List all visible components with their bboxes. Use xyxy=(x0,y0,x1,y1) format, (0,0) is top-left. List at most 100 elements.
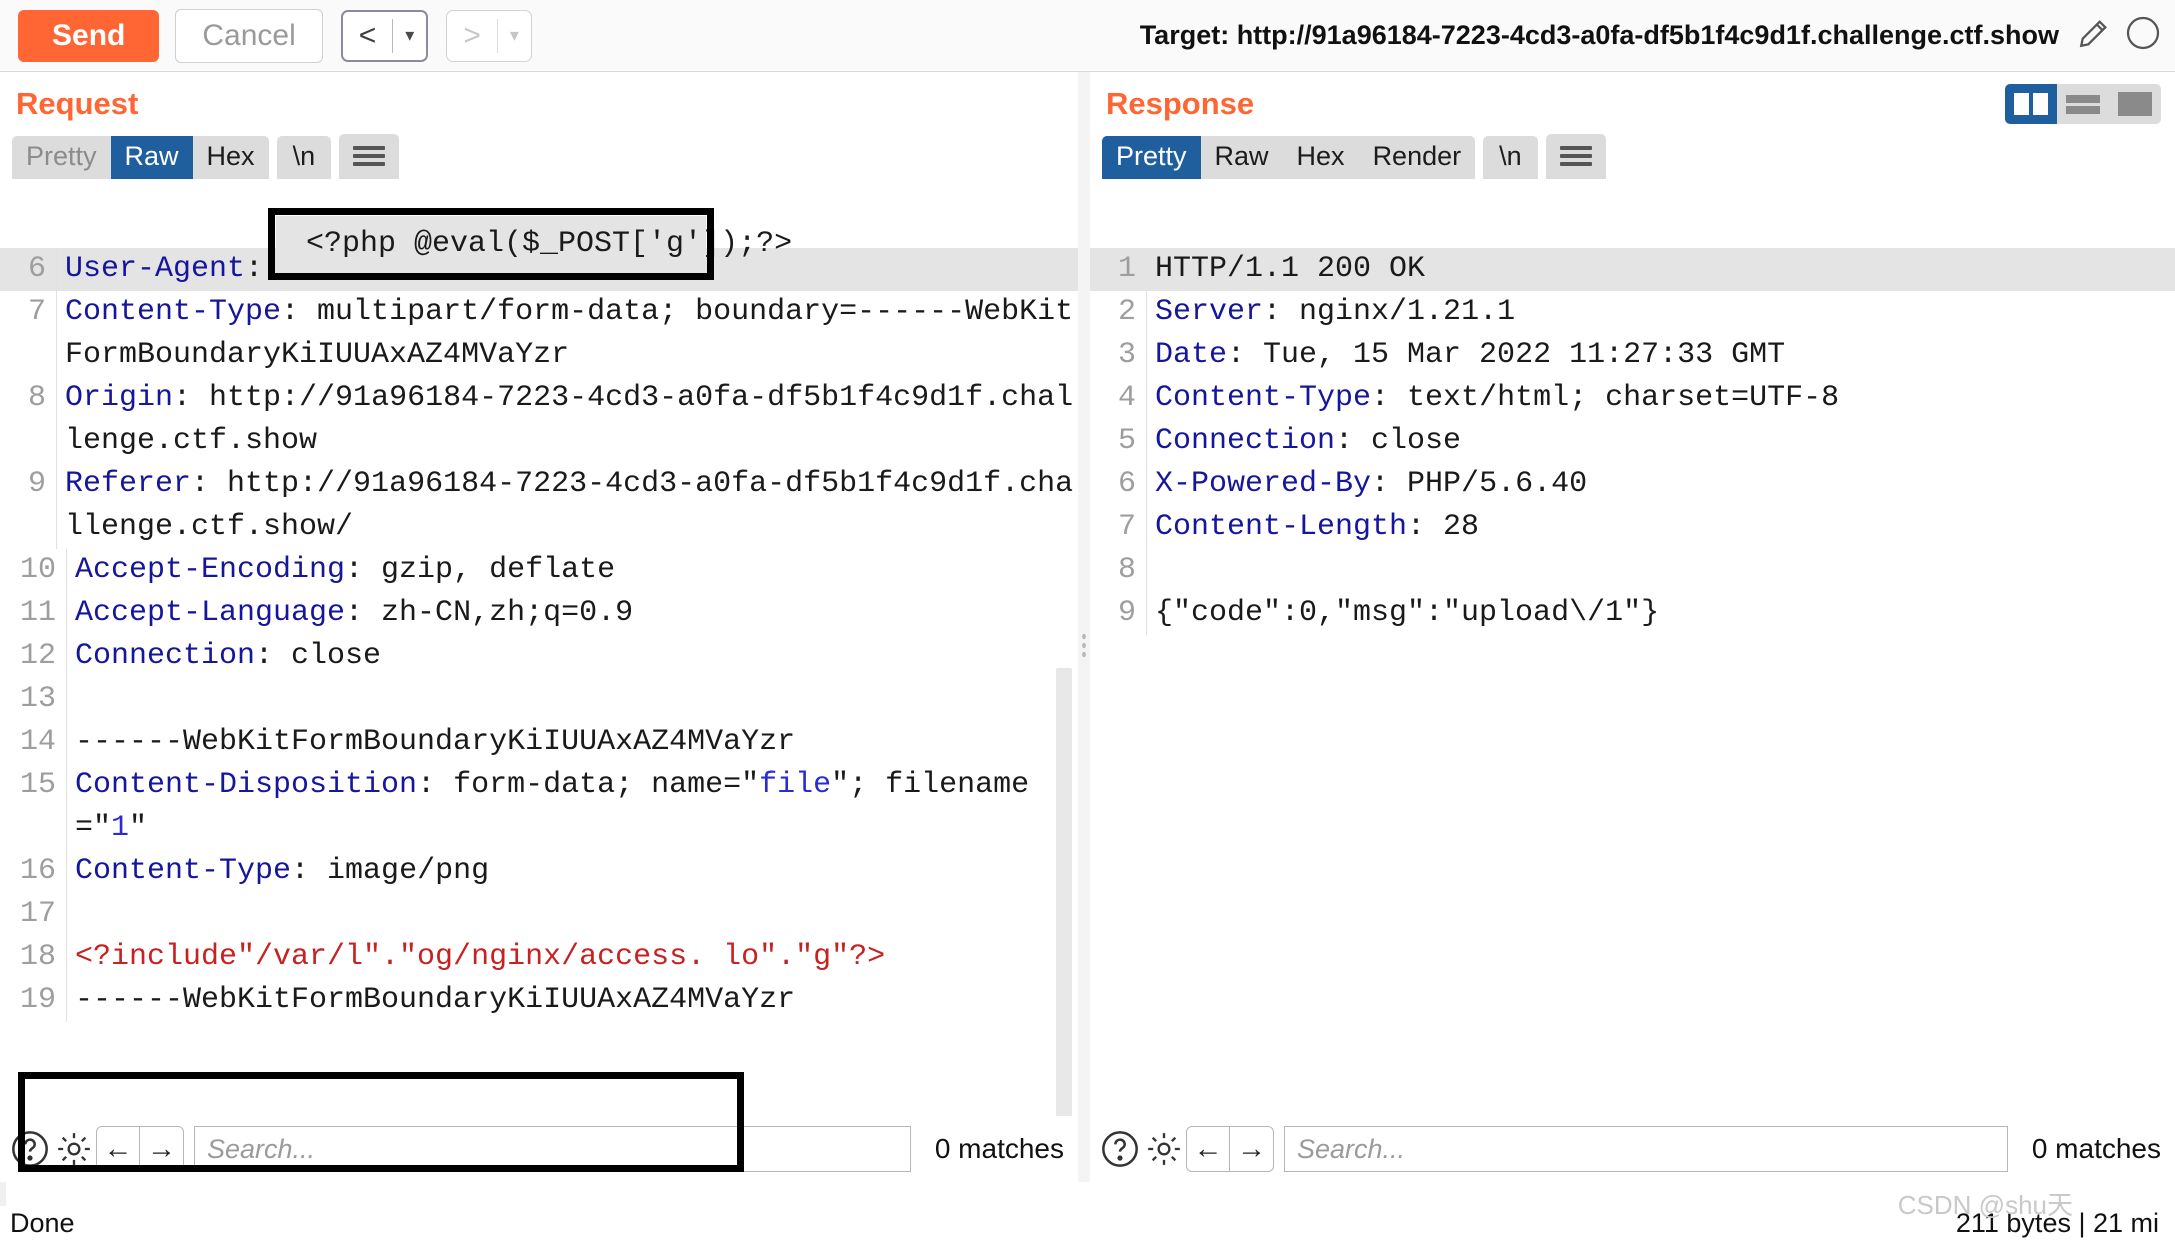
line-number: 16 xyxy=(19,854,56,888)
line-number: 3 xyxy=(1117,338,1136,372)
top-toolbar: Send Cancel < ▾ > ▾ Target: http://91a96… xyxy=(0,0,2175,72)
line-content xyxy=(66,678,1078,721)
code-line: 7 Content-Type: multipart/form-data; bou… xyxy=(0,291,1078,377)
pane-splitter[interactable] xyxy=(1078,72,1090,1182)
line-content: Date: Tue, 15 Mar 2022 11:27:33 GMT xyxy=(1146,334,2175,377)
line-number: 5 xyxy=(1117,424,1136,458)
request-format-tabs: Pretty Raw Hex xyxy=(12,136,269,179)
code-line: 11 Accept-Language: zh-CN,zh;q=0.9 xyxy=(0,592,1078,635)
search-input[interactable] xyxy=(1284,1126,2008,1172)
chevron-down-icon[interactable]: ▾ xyxy=(393,25,426,46)
request-title: Request xyxy=(16,86,139,121)
code-line: 14 ------WebKitFormBoundaryKiIUUAxAZ4MVa… xyxy=(0,721,1078,764)
request-vertical-scrollbar[interactable] xyxy=(1056,668,1072,1116)
code-line: 9 Referer: http://91a96184-7223-4cd3-a0f… xyxy=(0,463,1078,549)
search-next-button[interactable]: → xyxy=(1230,1126,1274,1172)
line-number: 6 xyxy=(1117,467,1136,501)
prev-arrow-icon[interactable]: < xyxy=(343,12,393,60)
line-content xyxy=(66,893,1078,936)
line-content: Content-Type: image/png xyxy=(66,850,1078,893)
send-button[interactable]: Send xyxy=(18,9,160,62)
line-content: Connection: close xyxy=(66,635,1078,678)
help-icon[interactable] xyxy=(8,1127,52,1171)
response-search-bar: ← → 0 matches xyxy=(1090,1116,2175,1182)
code-line: 12 Connection: close xyxy=(0,635,1078,678)
code-line: 10 Accept-Encoding: gzip, deflate xyxy=(0,549,1078,592)
chevron-down-icon[interactable]: ▾ xyxy=(498,25,531,46)
line-content: HTTP/1.1 200 OK xyxy=(1146,248,2175,291)
line-content: Connection: close xyxy=(1146,420,2175,463)
hamburger-icon[interactable] xyxy=(339,134,400,179)
status-bar: Done 211 bytes | 21 mi xyxy=(0,1206,2175,1252)
tab-render[interactable]: Render xyxy=(1358,136,1476,179)
next-request-group[interactable]: > ▾ xyxy=(446,9,532,62)
line-number: 10 xyxy=(19,553,56,587)
help-icon[interactable] xyxy=(1098,1127,1142,1171)
prev-request-group[interactable]: < ▾ xyxy=(340,9,429,62)
splitter-grip-icon[interactable] xyxy=(1081,632,1087,658)
code-line: 2 Server: nginx/1.21.1 xyxy=(1090,291,2175,334)
line-number: 18 xyxy=(19,940,56,974)
code-line: 4 Content-Type: text/html; charset=UTF-8 xyxy=(1090,377,2175,420)
tab-newline[interactable]: \n xyxy=(276,136,332,179)
search-prev-button[interactable]: ← xyxy=(1186,1126,1230,1172)
search-matches-count: 0 matches xyxy=(2031,1133,2161,1164)
gear-icon[interactable] xyxy=(52,1127,96,1171)
line-number: 14 xyxy=(19,725,56,759)
view-mode-group xyxy=(2005,84,2161,124)
line-number: 19 xyxy=(19,983,56,1017)
target-area: Target: http://91a96184-7223-4cd3-a0fa-d… xyxy=(1140,15,2175,56)
line-content: Accept-Encoding: gzip, deflate xyxy=(66,549,1078,592)
response-tab-row: Pretty Raw Hex Render \n xyxy=(1090,122,2175,179)
code-line: 17 xyxy=(0,893,1078,936)
code-line: 7 Content-Length: 28 xyxy=(1090,506,2175,549)
request-editor[interactable]: 6 User-Agent: 7 Content-Type: multipart/… xyxy=(0,248,1078,1116)
single-view-icon[interactable] xyxy=(2109,84,2161,124)
code-line: 1 HTTP/1.1 200 OK xyxy=(1090,248,2175,291)
cancel-button[interactable]: Cancel xyxy=(175,8,323,63)
pencil-icon[interactable] xyxy=(2077,16,2111,55)
line-number: 12 xyxy=(19,639,56,673)
search-next-button[interactable]: → xyxy=(140,1126,184,1172)
split-view-icon[interactable] xyxy=(2005,84,2057,124)
line-number: 9 xyxy=(1117,596,1136,630)
response-editor[interactable]: 1 HTTP/1.1 200 OK 2 Server: nginx/1.21.1… xyxy=(1090,248,2175,1116)
request-tab-row: Pretty Raw Hex \n xyxy=(0,122,1078,179)
line-content: Content-Disposition: form-data; name="fi… xyxy=(66,764,1078,850)
stacked-view-icon[interactable] xyxy=(2057,84,2109,124)
line-number: 13 xyxy=(19,682,56,716)
tab-hex[interactable]: Hex xyxy=(1282,136,1359,179)
code-line: 19 ------WebKitFormBoundaryKiIUUAxAZ4MVa… xyxy=(0,979,1078,1022)
tab-hex[interactable]: Hex xyxy=(192,136,269,179)
help-icon[interactable] xyxy=(2125,15,2161,56)
code-line: 13 xyxy=(0,678,1078,721)
tab-newline[interactable]: \n xyxy=(1483,136,1538,179)
line-content: X-Powered-By: PHP/5.6.40 xyxy=(1146,463,2175,506)
response-format-tabs: Pretty Raw Hex Render xyxy=(1102,136,1476,179)
search-matches-count: 0 matches xyxy=(934,1133,1064,1164)
code-line: 16 Content-Type: image/png xyxy=(0,850,1078,893)
tab-pretty[interactable]: Pretty xyxy=(12,136,111,179)
next-arrow-icon[interactable]: > xyxy=(447,12,497,60)
line-content: Accept-Language: zh-CN,zh;q=0.9 xyxy=(66,592,1078,635)
response-pane: Response Pretty Raw Hex Render \n 1 HTTP… xyxy=(1090,72,2175,1182)
response-code: 1 HTTP/1.1 200 OK 2 Server: nginx/1.21.1… xyxy=(1090,248,2175,635)
line-number: 9 xyxy=(27,467,46,501)
request-code: 6 User-Agent: 7 Content-Type: multipart/… xyxy=(0,248,1078,1022)
line-content: Referer: http://91a96184-7223-4cd3-a0fa-… xyxy=(56,463,1078,549)
hamburger-icon[interactable] xyxy=(1545,134,1606,179)
request-search-bar: ← → 0 matches xyxy=(0,1116,1078,1182)
line-content: Origin: http://91a96184-7223-4cd3-a0fa-d… xyxy=(56,377,1078,463)
code-line: 9 {"code":0,"msg":"upload\/1"} xyxy=(1090,592,2175,635)
gear-icon[interactable] xyxy=(1142,1127,1186,1171)
code-line: 8 xyxy=(1090,549,2175,592)
search-prev-button[interactable]: ← xyxy=(96,1126,140,1172)
tab-raw[interactable]: Raw xyxy=(110,136,193,179)
tab-raw[interactable]: Raw xyxy=(1200,136,1283,179)
code-line: 3 Date: Tue, 15 Mar 2022 11:27:33 GMT xyxy=(1090,334,2175,377)
status-left-text: Done xyxy=(10,1208,75,1238)
tab-pretty[interactable]: Pretty xyxy=(1102,136,1201,179)
line-number: 4 xyxy=(1117,381,1136,415)
search-input[interactable] xyxy=(194,1126,911,1172)
code-line: 15 Content-Disposition: form-data; name=… xyxy=(0,764,1078,850)
